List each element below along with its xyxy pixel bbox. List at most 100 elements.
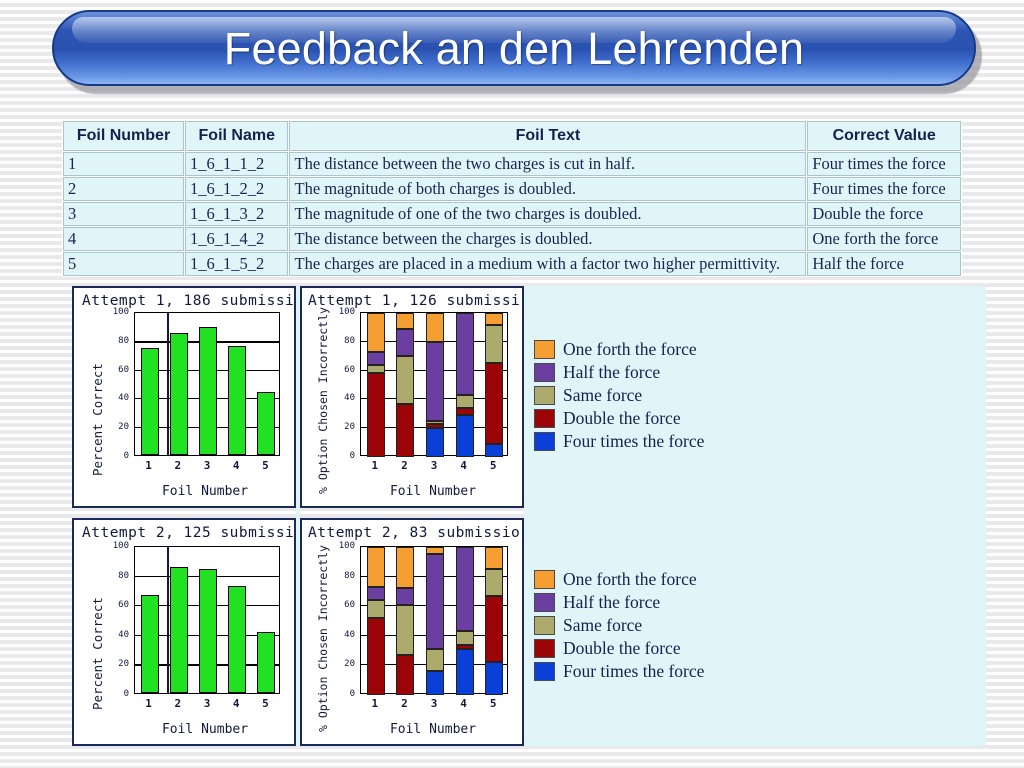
stacked-bar-segment	[367, 373, 385, 457]
stacked-bar-segment	[456, 649, 474, 695]
x-axis-tick-label: 5	[262, 697, 269, 710]
stacked-bar-segment	[396, 356, 414, 404]
plot-area	[134, 546, 280, 694]
emphasis-vertical-line	[167, 547, 169, 693]
cell-correct-value: Double the force	[807, 202, 961, 226]
bar	[170, 332, 188, 455]
legend-attempt2: One forth the force Half the force Same …	[534, 568, 704, 683]
table-row: 3 1_6_1_3_2 The magnitude of one of the …	[63, 202, 961, 226]
x-axis-tick-label: 4	[232, 459, 240, 472]
legend-label: Same force	[563, 385, 643, 405]
stacked-bar-segment	[485, 547, 503, 570]
y-axis-tick-label: 40	[344, 393, 355, 404]
stacked-bar-segment	[367, 547, 385, 587]
cell-correct-value: Four times the force	[807, 177, 961, 201]
legend-swatch-icon	[534, 662, 555, 681]
y-axis-tick-label: 100	[112, 541, 129, 551]
legend-item: Half the force	[534, 591, 704, 614]
stacked-bar-segment	[456, 415, 474, 457]
stacked-bar-segment	[485, 662, 503, 695]
y-axis-tick-label: 60	[118, 600, 129, 611]
bar	[141, 595, 159, 693]
stacked-bar-segment	[426, 671, 444, 695]
chart-attempt1-percent-correct: Attempt 1, 186 submissi Percent Correct …	[72, 286, 296, 508]
cell-foil-text: The distance between the charges is doub…	[289, 227, 807, 251]
legend-label: Double the force	[563, 638, 681, 658]
legend-item: Same force	[534, 614, 704, 637]
x-axis-tick-label: 1	[145, 459, 152, 472]
x-axis-tick-label: 5	[262, 459, 269, 472]
chart-ylabel: % Option Chosen Incorrectly	[316, 307, 330, 494]
legend-item: Double the force	[534, 637, 704, 660]
x-axis-tick-label: 2	[174, 459, 182, 472]
bar	[199, 326, 217, 455]
stacked-bar-segment	[396, 655, 414, 695]
bar	[257, 391, 275, 455]
legend-label: Double the force	[563, 408, 681, 428]
stacked-bar-segment	[426, 547, 444, 555]
legend-swatch-icon	[534, 363, 555, 382]
cell-foil-name: 1_6_1_5_2	[185, 252, 289, 276]
stacked-bar-segment	[456, 395, 474, 409]
table-row: 5 1_6_1_5_2 The charges are placed in a …	[63, 252, 961, 276]
stacked-bar-segment	[485, 444, 503, 457]
legend-item: Same force	[534, 384, 704, 407]
banner-body: Feedback an den Lehrenden	[52, 10, 976, 86]
x-axis-tick-label: 4	[232, 697, 240, 710]
cell-correct-value: One forth the force	[807, 227, 961, 251]
legend-label: Four times the force	[563, 661, 705, 681]
stacked-bar-segment	[367, 600, 385, 619]
legend-item: One forth the force	[534, 568, 704, 591]
legend-swatch-icon	[534, 340, 555, 359]
x-axis-tick-label: 5	[489, 459, 497, 472]
cell-foil-name: 1_6_1_1_2	[185, 152, 289, 176]
x-axis-tick-label: 1	[145, 697, 152, 710]
stacked-bar-segment	[396, 403, 414, 457]
legend-item: Four times the force	[534, 430, 704, 453]
foil-table: Foil Number Foil Name Foil Text Correct …	[62, 120, 962, 277]
y-axis-tick-label: 80	[344, 335, 355, 346]
x-axis-tick-label: 4	[460, 697, 467, 710]
chart-xlabel: Foil Number	[389, 484, 477, 499]
x-axis-tick-label: 2	[401, 697, 408, 710]
stacked-bar-segment	[485, 363, 503, 445]
stacked-bar-segment	[426, 554, 444, 650]
stacked-bar-segment	[396, 588, 414, 605]
stacked-bar-segment	[426, 341, 444, 421]
x-axis-tick-label: 3	[430, 459, 438, 472]
cell-foil-number: 4	[63, 227, 185, 251]
legend-swatch-icon	[534, 432, 555, 451]
chart-attempt1-options-incorrect: Attempt 1, 126 submissi % Option Chosen …	[300, 286, 524, 508]
legend-swatch-icon	[534, 593, 555, 612]
chart-attempt2-options-incorrect: Attempt 2, 83 submissio % Option Chosen …	[300, 518, 524, 746]
column-header-correct-value: Correct Value	[807, 121, 961, 151]
cell-foil-text: The magnitude of one of the two charges …	[289, 202, 807, 226]
stacked-bar-segment	[367, 351, 385, 365]
chart-title: Attempt 2, 83 submissio	[308, 525, 521, 541]
stacked-bar-segment	[396, 547, 414, 589]
x-axis-tick-label: 4	[460, 459, 467, 472]
legend-item: Four times the force	[534, 660, 704, 683]
emphasis-vertical-line	[167, 313, 169, 455]
y-axis-tick-label: 0	[123, 689, 129, 699]
cell-correct-value: Half the force	[807, 252, 961, 276]
bar	[228, 586, 246, 693]
gridline	[135, 312, 279, 313]
plot-area	[134, 312, 280, 456]
legend-label: Half the force	[563, 592, 661, 612]
bar	[199, 568, 217, 693]
x-axis-tick-label: 1	[371, 459, 379, 472]
x-axis-tick-label: 3	[430, 697, 438, 710]
stacked-bar-segment	[426, 423, 444, 429]
stacked-bar-segment	[426, 421, 444, 424]
table-header-row: Foil Number Foil Name Foil Text Correct …	[63, 121, 961, 151]
table-row: 2 1_6_1_2_2 The magnitude of both charge…	[63, 177, 961, 201]
stacked-bar-segment	[485, 324, 503, 364]
chart-title: Attempt 2, 125 submissi	[82, 525, 295, 541]
cell-foil-number: 1	[63, 152, 185, 176]
stacked-bar-segment	[456, 313, 474, 396]
y-axis-tick-label: 0	[349, 689, 355, 699]
stacked-bar-segment	[485, 313, 503, 325]
x-axis-tick-label: 2	[401, 459, 408, 472]
y-axis-tick-label: 40	[118, 629, 129, 640]
